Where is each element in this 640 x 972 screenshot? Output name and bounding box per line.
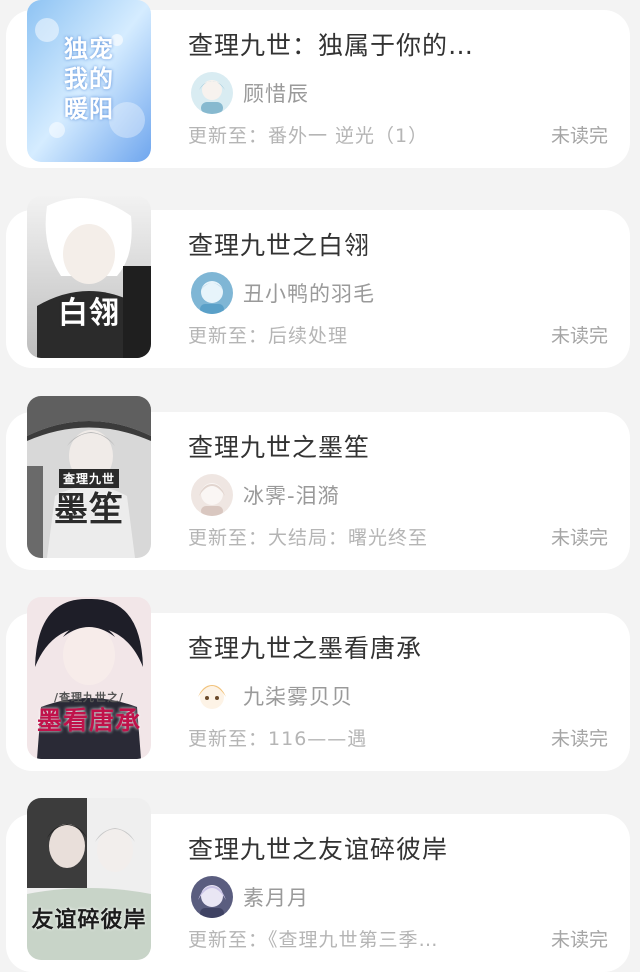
update-chapter: 后续处理: [268, 325, 349, 347]
avatar-image: [191, 474, 233, 516]
book-title[interactable]: 查理九世之白翎: [188, 226, 370, 262]
author-name: 九柒雾贝贝: [243, 685, 353, 709]
author-name: 素月月: [243, 886, 309, 910]
update-label: 更新至：: [188, 728, 269, 750]
cover-art: [27, 798, 151, 960]
cover-title: 白翎: [58, 296, 120, 331]
latest-chapter: 更新至：番外一 逆光（1）: [188, 121, 428, 148]
update-label: 更新至：: [188, 527, 269, 549]
cover-title: 查理九世 墨笙: [27, 468, 151, 532]
author-name: 丑小鸭的羽毛: [243, 282, 375, 306]
author-name: 顾惜辰: [243, 82, 309, 106]
avatar-image: [191, 675, 233, 717]
latest-chapter: 更新至：116——遇: [188, 724, 367, 751]
book-card[interactable]: 友谊碎彼岸 查理九世之友谊碎彼岸 素月月 更新至：《查理九世第三季… 未读完: [6, 798, 630, 972]
cover-title: 友谊碎彼岸: [31, 907, 147, 933]
author-row[interactable]: 素月月: [191, 876, 309, 918]
book-card[interactable]: 独宠 我的 暖阳 查理九世：独属于你的… 顾惜辰 更新至：番外一 逆光（1） 未…: [6, 0, 630, 168]
book-card[interactable]: 查理九世 墨笙 查理九世之墨笙 冰霁-泪漪 更新至：大结局：曙光终至 未读完: [6, 396, 630, 570]
latest-chapter: 更新至：大结局：曙光终至: [188, 523, 428, 550]
author-avatar[interactable]: [191, 876, 233, 918]
author-row[interactable]: 顾惜辰: [191, 72, 309, 114]
avatar-image: [191, 876, 233, 918]
book-cover-image[interactable]: 查理九世 墨笙: [27, 396, 151, 558]
read-status: 未读完: [550, 728, 608, 750]
update-chapter: 番外一 逆光（1）: [268, 125, 429, 147]
update-label: 更新至：: [188, 125, 269, 147]
update-chapter: 大结局：曙光终至: [268, 527, 429, 549]
book-cover-image[interactable]: 独宠 我的 暖阳: [27, 0, 151, 162]
cover-art: [27, 196, 151, 358]
book-title[interactable]: 查理九世之墨看唐承: [188, 629, 422, 665]
cover-title: 独宠 我的 暖阳: [64, 34, 114, 123]
author-avatar[interactable]: [191, 675, 233, 717]
book-title[interactable]: 查理九世：独属于你的…: [188, 26, 474, 62]
update-label: 更新至：: [188, 325, 269, 347]
latest-chapter: 更新至：后续处理: [188, 321, 348, 348]
book-title[interactable]: 查理九世之友谊碎彼岸: [188, 830, 448, 866]
read-status: 未读完: [550, 325, 608, 347]
author-name: 冰霁-泪漪: [243, 484, 340, 508]
book-cover-image[interactable]: 白翎: [27, 196, 151, 358]
author-row[interactable]: 丑小鸭的羽毛: [191, 272, 375, 314]
read-status: 未读完: [550, 527, 608, 549]
author-avatar[interactable]: [191, 474, 233, 516]
author-avatar[interactable]: [191, 72, 233, 114]
cover-title: /查理九世之/ 墨看唐承: [36, 691, 141, 735]
author-avatar[interactable]: [191, 272, 233, 314]
book-card[interactable]: /查理九世之/ 墨看唐承 查理九世之墨看唐承 九柒雾贝贝 更新至：116——遇 …: [6, 597, 630, 771]
book-cover-image[interactable]: /查理九世之/ 墨看唐承: [27, 597, 151, 759]
author-row[interactable]: 九柒雾贝贝: [191, 675, 353, 717]
avatar-image: [191, 272, 233, 314]
avatar-image: [191, 72, 233, 114]
book-list: 独宠 我的 暖阳 查理九世：独属于你的… 顾惜辰 更新至：番外一 逆光（1） 未…: [0, 0, 640, 972]
read-status: 未读完: [550, 125, 608, 147]
update-chapter: 116——遇: [268, 728, 368, 750]
book-cover-image[interactable]: 友谊碎彼岸: [27, 798, 151, 960]
book-title[interactable]: 查理九世之墨笙: [188, 428, 370, 464]
book-card[interactable]: 白翎 查理九世之白翎 丑小鸭的羽毛 更新至：后续处理 未读完: [6, 196, 630, 368]
author-row[interactable]: 冰霁-泪漪: [191, 474, 340, 516]
